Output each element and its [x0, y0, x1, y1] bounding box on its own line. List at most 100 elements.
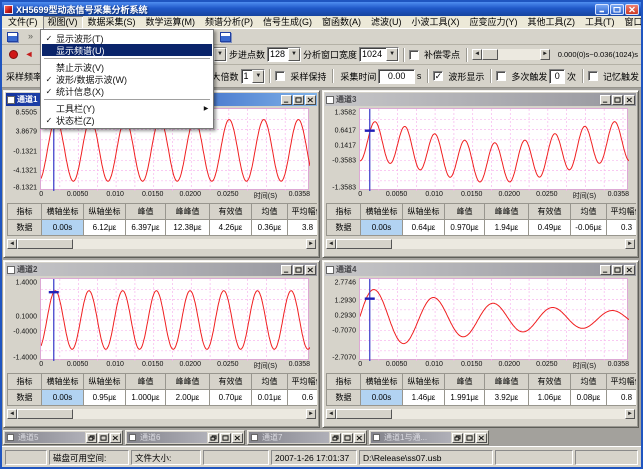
maximize-button[interactable]: [610, 4, 624, 15]
menubar-item-10[interactable]: 应变应力(Y): [465, 16, 523, 29]
view-menu-item-1[interactable]: ✓显示波形(T): [42, 32, 212, 44]
restore-button[interactable]: [330, 433, 341, 443]
view-menu-item-4[interactable]: 禁止示波(V): [42, 61, 212, 73]
channel-minimize-button[interactable]: [281, 95, 292, 105]
channel-close-button[interactable]: [305, 95, 316, 105]
channel-minimize-button[interactable]: [600, 95, 611, 105]
scroll-right-icon[interactable]: ►: [306, 409, 316, 419]
minimized-window-4[interactable]: 通道1与通...: [369, 430, 489, 445]
new-window-toolbar-button[interactable]: [5, 30, 20, 43]
view-menu-item-2[interactable]: 显示频谱(U): [42, 44, 212, 56]
position-scrollbar[interactable]: ◄ ►: [472, 49, 550, 60]
analysis-window-width-select[interactable]: 1024▼: [359, 47, 399, 62]
record-button[interactable]: [5, 47, 21, 63]
scroll-left-icon[interactable]: ◄: [326, 239, 336, 249]
waveform-plot[interactable]: [40, 278, 309, 360]
minimized-window-3[interactable]: 通道7: [247, 430, 367, 445]
channel-close-button[interactable]: [624, 265, 635, 275]
channel-window-titlebar[interactable]: 通道2: [6, 263, 317, 276]
menubar-item-13[interactable]: 窗口(W): [620, 16, 643, 29]
channel-window-titlebar[interactable]: 通道4: [325, 263, 636, 276]
view-menu-item-8[interactable]: 工具栏(Y)▶: [42, 102, 212, 114]
waveform-plot[interactable]: [359, 108, 628, 190]
minimized-window-titlebar[interactable]: 通道1与通...: [371, 432, 451, 443]
minimize-button[interactable]: [595, 4, 609, 15]
minimized-window-titlebar[interactable]: 通道5: [5, 432, 85, 443]
scrollbar-track[interactable]: [336, 409, 625, 419]
waveform-plot[interactable]: [359, 278, 628, 360]
channel-maximize-button[interactable]: [293, 95, 304, 105]
minimized-window-1[interactable]: 通道5: [3, 430, 123, 445]
acquisition-time-input[interactable]: 0.00: [378, 69, 415, 84]
view-menu-item-9[interactable]: ✓状态栏(Z): [42, 114, 212, 126]
channel-close-button[interactable]: [305, 265, 316, 275]
open-toolbar-button[interactable]: »: [23, 30, 38, 43]
scrollbar-thumb[interactable]: [336, 409, 392, 419]
maximize-button[interactable]: [220, 433, 231, 443]
minimized-window-2[interactable]: 通道6: [125, 430, 245, 445]
channel-minimize-button[interactable]: [600, 265, 611, 275]
maximize-button[interactable]: [464, 433, 475, 443]
scroll-left-icon[interactable]: ◄: [7, 239, 17, 249]
scroll-right-icon[interactable]: ►: [540, 49, 550, 60]
scrollbar-thumb[interactable]: [336, 239, 392, 249]
scrollbar-thumb[interactable]: [482, 49, 498, 60]
channel-minimize-button[interactable]: [281, 265, 292, 275]
menubar-item-2[interactable]: 视图(V): [43, 16, 83, 29]
scroll-right-icon[interactable]: ►: [306, 239, 316, 249]
restore-button[interactable]: [452, 433, 463, 443]
scroll-left-icon[interactable]: ◄: [472, 49, 482, 60]
scroll-right-icon[interactable]: ►: [625, 239, 635, 249]
sample-hold-checkbox[interactable]: [275, 71, 285, 81]
scrollbar-track[interactable]: [17, 409, 306, 419]
channel-maximize-button[interactable]: [293, 265, 304, 275]
scroll-left-icon[interactable]: ◄: [7, 409, 17, 419]
close-button[interactable]: [232, 433, 243, 443]
menubar-item-3[interactable]: 数据采集(S): [83, 16, 141, 29]
menubar-item-8[interactable]: 滤波(U): [366, 16, 407, 29]
maximize-button[interactable]: [342, 433, 353, 443]
playback-reverse-button[interactable]: ◄: [21, 47, 37, 63]
menubar-item-4[interactable]: 数学运算(M): [141, 16, 201, 29]
wave-display-checkbox[interactable]: ✓: [433, 71, 443, 81]
zero-compensation-checkbox[interactable]: [409, 50, 419, 60]
multi-trigger-checkbox[interactable]: [496, 71, 506, 81]
minimized-window-titlebar[interactable]: 通道6: [127, 432, 207, 443]
table-scrollbar[interactable]: ◄►: [326, 409, 635, 419]
menubar-item-9[interactable]: 小波工具(X): [407, 16, 465, 29]
close-button[interactable]: [110, 433, 121, 443]
table-scrollbar[interactable]: ◄►: [326, 239, 635, 249]
menubar-item-5[interactable]: 频谱分析(P): [200, 16, 258, 29]
scroll-left-icon[interactable]: ◄: [326, 409, 336, 419]
scroll-right-icon[interactable]: ►: [625, 409, 635, 419]
channel-maximize-button[interactable]: [612, 95, 623, 105]
scrollbar-track[interactable]: [336, 239, 625, 249]
menubar-item-6[interactable]: 信号生成(G): [258, 16, 317, 29]
step-points-select[interactable]: 128▼: [267, 47, 301, 62]
table-scrollbar[interactable]: ◄►: [7, 239, 316, 249]
maximize-button[interactable]: [98, 433, 109, 443]
restore-button[interactable]: [208, 433, 219, 443]
tile-windows-toolbar-button[interactable]: [218, 30, 233, 43]
close-button[interactable]: [354, 433, 365, 443]
channel-maximize-button[interactable]: [612, 265, 623, 275]
channel-window-titlebar[interactable]: 通道3: [325, 93, 636, 106]
gain-select[interactable]: 1▼: [241, 69, 266, 84]
memory-trigger-checkbox[interactable]: [588, 71, 598, 81]
channel-close-button[interactable]: [624, 95, 635, 105]
scrollbar-thumb[interactable]: [17, 409, 73, 419]
close-button[interactable]: [625, 4, 639, 15]
view-menu-item-5[interactable]: ✓波形/数据示波(W): [42, 73, 212, 85]
multi-trigger-input[interactable]: 0: [549, 69, 565, 84]
scrollbar-track[interactable]: [482, 49, 540, 60]
menubar-item-12[interactable]: 工具(T): [580, 16, 620, 29]
table-scrollbar[interactable]: ◄►: [7, 409, 316, 419]
view-menu-item-6[interactable]: ✓统计信息(X): [42, 85, 212, 97]
menubar-item-1[interactable]: 文件(F): [3, 16, 43, 29]
minimized-window-titlebar[interactable]: 通道7: [249, 432, 329, 443]
window-titlebar[interactable]: XH5699型动态信号采集分析系统: [2, 2, 641, 16]
scrollbar-track[interactable]: [17, 239, 306, 249]
restore-button[interactable]: [86, 433, 97, 443]
close-button[interactable]: [476, 433, 487, 443]
scrollbar-thumb[interactable]: [17, 239, 73, 249]
